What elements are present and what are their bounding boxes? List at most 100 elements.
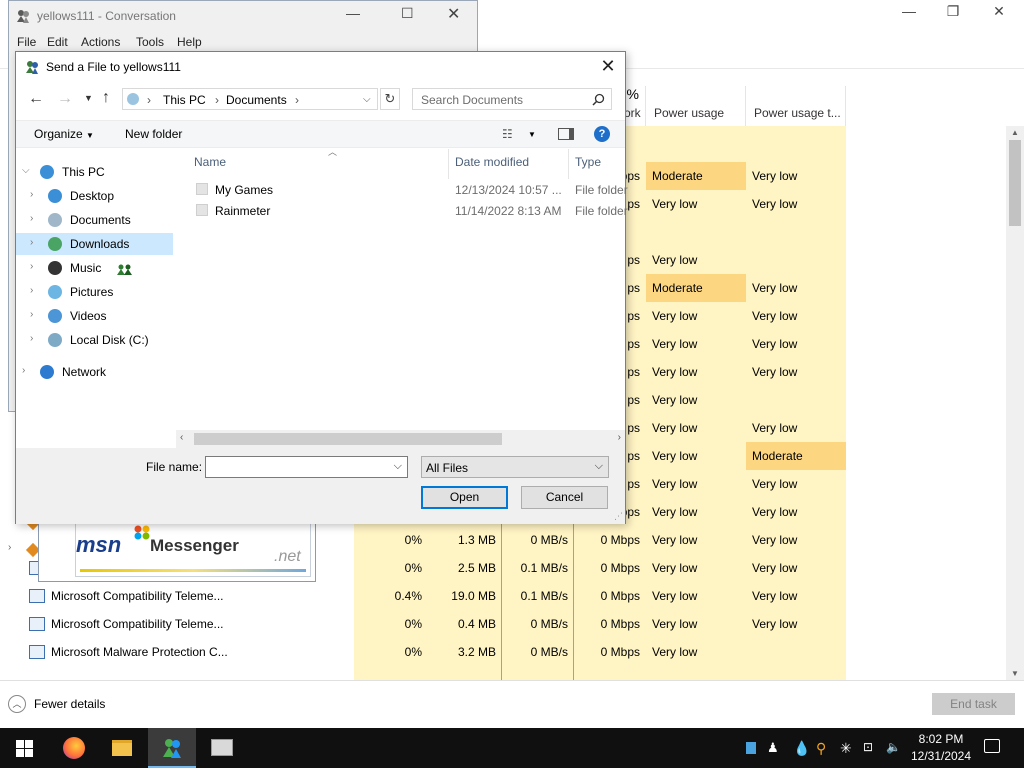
recent-dropdown-icon[interactable]: ▼ (84, 93, 93, 103)
vertical-scrollbar[interactable]: ▲ ▼ (1006, 126, 1024, 680)
file-row[interactable]: My Games 12/13/2024 10:57 ... File folde… (188, 180, 628, 201)
nav-item-this-pc[interactable]: ⌵ This PC (16, 161, 173, 183)
start-button[interactable] (0, 728, 48, 768)
menu-file[interactable]: File (17, 35, 36, 49)
column-divider[interactable] (448, 149, 449, 179)
file-name-dropdown-icon[interactable]: ⌵ (394, 460, 402, 473)
menu-help[interactable]: Help (177, 35, 202, 49)
power-trend-value (746, 638, 846, 666)
horizontal-scrollbar[interactable]: ‹ › (176, 430, 625, 448)
breadcrumb-this-pc[interactable]: This PC (163, 93, 206, 107)
process-row[interactable]: Microsoft Malware Protection C... 0% 3.2 M… (0, 638, 1006, 666)
power-trend-label: Power usage t... (754, 106, 841, 120)
help-icon[interactable]: ? (594, 126, 610, 142)
file-type-select[interactable]: All Files ⌵ (421, 456, 609, 478)
new-folder-button[interactable]: New folder (125, 127, 182, 141)
conv-minimize-button[interactable]: — (346, 5, 360, 21)
address-dropdown-icon[interactable]: ⌵ (363, 94, 371, 105)
taskbar-task-manager[interactable] (198, 728, 246, 768)
cancel-button[interactable]: Cancel (521, 486, 608, 509)
column-header-date[interactable]: Date modified (455, 155, 529, 169)
minimize-button[interactable]: — (886, 0, 932, 24)
tray-messenger-icon[interactable]: ♟ (767, 740, 779, 756)
nav-item-local-disk-c[interactable]: › Local Disk (C:) (16, 329, 173, 351)
nav-item-videos[interactable]: › Videos (16, 305, 173, 327)
open-button[interactable]: Open (421, 486, 508, 509)
memory-value: 0.4 MB (457, 617, 496, 631)
breadcrumb-documents[interactable]: Documents (226, 93, 287, 107)
scroll-right-icon[interactable]: › (618, 432, 621, 443)
nav-item-documents[interactable]: › Documents (16, 209, 173, 231)
menu-tools[interactable]: Tools (136, 35, 164, 49)
power-trend-header[interactable]: Power usage t... (746, 86, 846, 126)
scrollbar-thumb[interactable] (1009, 140, 1021, 226)
chevron-right-icon[interactable]: › (22, 365, 25, 376)
chevron-right-icon[interactable]: › (30, 237, 33, 248)
nav-item-desktop[interactable]: › Desktop (16, 185, 173, 207)
process-row[interactable]: Microsoft Compatibility Teleme... 0% 0.4 M… (0, 610, 1006, 638)
forward-arrow-icon[interactable]: → (57, 90, 73, 108)
column-divider[interactable] (568, 149, 569, 179)
chevron-right-icon[interactable]: › (30, 189, 33, 200)
refresh-button[interactable]: ↻ (380, 88, 400, 110)
resize-grip-icon[interactable]: ⋰ (614, 511, 623, 522)
dialog-titlebar[interactable]: Send a File to yellows111 ✕ (16, 52, 625, 82)
network-value: 0 Mbps (600, 561, 640, 575)
chevron-right-icon[interactable]: › (30, 285, 33, 296)
process-row[interactable]: Microsoft Compatibility Teleme... 0.4% 19.… (0, 582, 1006, 610)
dialog-close-button[interactable]: ✕ (597, 56, 619, 78)
scroll-left-icon[interactable]: ‹ (180, 432, 183, 443)
nav-item-network[interactable]: › Network (16, 361, 173, 383)
file-row[interactable]: Rainmeter 11/14/2022 8:13 AM File folder (188, 201, 628, 222)
search-box[interactable]: Search Documents (412, 88, 612, 110)
back-arrow-icon[interactable]: ← (28, 90, 44, 108)
address-bar[interactable]: › This PC › Documents › ⌵ (122, 88, 378, 110)
file-type-dropdown-icon[interactable]: ⌵ (595, 460, 603, 473)
volume-muted-icon[interactable]: 🔈 (886, 740, 901, 754)
chevron-right-icon[interactable]: › (30, 333, 33, 344)
clock[interactable]: 8:02 PM 12/31/2024 (903, 731, 979, 765)
file-name-input[interactable]: ⌵ (205, 456, 408, 478)
power-usage-value: Very low (652, 309, 698, 323)
up-arrow-icon[interactable]: ↑ (102, 89, 110, 107)
preview-pane-icon[interactable] (558, 128, 574, 140)
chevron-down-icon[interactable]: ⌵ (22, 165, 30, 176)
view-dropdown-icon[interactable]: ▼ (528, 130, 536, 139)
tray-drop-icon[interactable]: 💧 (793, 740, 810, 757)
file-date: 12/13/2024 10:57 ... (455, 183, 562, 197)
power-usage-header[interactable]: Power usage (646, 86, 746, 126)
column-header-type[interactable]: Type (575, 155, 601, 169)
taskbar-file-explorer[interactable] (98, 728, 146, 768)
tray-app-icon[interactable] (746, 742, 756, 754)
hscroll-thumb[interactable] (194, 433, 502, 445)
scroll-up-icon[interactable]: ▲ (1011, 128, 1019, 137)
nav-item-music[interactable]: › Music (16, 257, 173, 279)
network-icon[interactable]: ⊡ (863, 740, 873, 754)
chevron-right-icon[interactable]: › (30, 309, 33, 320)
conv-maximize-button[interactable]: ☐ (401, 5, 414, 22)
messenger-buddy-icon (26, 61, 38, 74)
end-task-button[interactable]: End task (932, 693, 1015, 715)
power-usage-value: Very low (652, 561, 698, 575)
notifications-icon[interactable] (984, 739, 1000, 753)
taskbar-firefox[interactable] (50, 728, 98, 768)
nav-item-pictures[interactable]: › Pictures (16, 281, 173, 303)
tray-search-icon[interactable]: ⚲ (816, 740, 826, 757)
view-options-icon[interactable]: ☷ (502, 127, 513, 141)
conv-close-button[interactable]: ✕ (447, 4, 460, 24)
tray-sun-icon[interactable]: ✳ (840, 740, 852, 757)
organize-button[interactable]: Organize ▼ (34, 127, 94, 141)
chevron-right-icon[interactable]: › (30, 261, 33, 272)
nav-item-downloads[interactable]: › Downloads (16, 233, 173, 255)
chevron-right-icon[interactable]: › (30, 213, 33, 224)
memory-value: 19.0 MB (451, 589, 496, 603)
close-button[interactable]: ✕ (976, 0, 1022, 24)
column-header-name[interactable]: Name (194, 155, 226, 169)
menu-actions[interactable]: Actions (81, 35, 120, 49)
menu-edit[interactable]: Edit (47, 35, 68, 49)
scroll-down-icon[interactable]: ▼ (1011, 669, 1019, 678)
power-trend-value: Very low (752, 309, 798, 323)
maximize-button[interactable]: ❐ (930, 0, 976, 24)
taskbar-messenger[interactable] (148, 728, 196, 768)
expand-arrow-icon[interactable]: › (8, 542, 11, 553)
